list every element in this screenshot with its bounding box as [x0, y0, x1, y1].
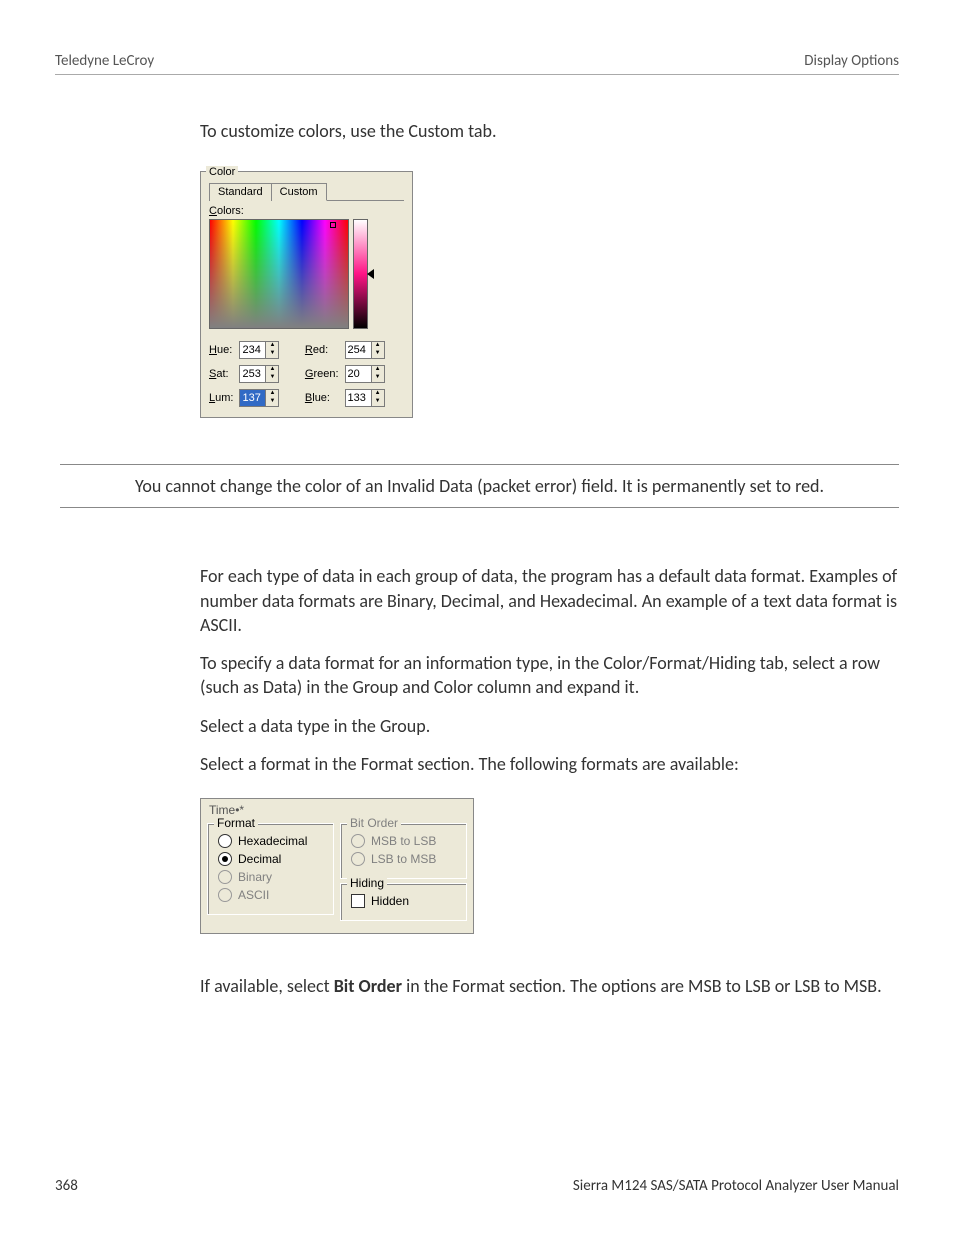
page-footer: 368 Sierra M124 SAS/SATA Protocol Analyz…: [55, 1177, 899, 1195]
format-dialog: Time•* Format Hexadecimal Decimal: [200, 798, 474, 934]
radio-bin: Binary: [218, 870, 323, 884]
note-box: You cannot change the color of an Invali…: [60, 464, 899, 508]
tab-standard[interactable]: Standard: [209, 183, 272, 201]
spin-up-icon[interactable]: [266, 390, 278, 398]
radio-icon: [351, 852, 365, 866]
hiding-fieldset: Hiding Hidden: [340, 883, 467, 921]
sat-stepper[interactable]: 253: [239, 365, 279, 383]
spin-up-icon[interactable]: [372, 342, 384, 350]
format-dialog-legend: Time•*: [209, 803, 467, 817]
spin-up-icon[interactable]: [266, 366, 278, 374]
radio-lsb-label: LSB to MSB: [371, 852, 436, 866]
radio-ascii-label: ASCII: [238, 888, 269, 902]
blue-label: Blue:: [305, 392, 339, 404]
green-stepper[interactable]: 20: [345, 365, 385, 383]
sat-value[interactable]: 253: [240, 366, 265, 382]
radio-hex-label: Hexadecimal: [238, 834, 307, 848]
radio-hex[interactable]: Hexadecimal: [218, 834, 323, 848]
page-header: Teledyne LeCroy Display Options: [55, 52, 899, 75]
color-tabs: Standard Custom: [209, 182, 404, 201]
radio-icon: [218, 888, 232, 902]
green-value[interactable]: 20: [346, 366, 371, 382]
radio-icon: [218, 870, 232, 884]
colors-label: Colors:: [209, 205, 404, 217]
spin-down-icon[interactable]: [266, 374, 278, 382]
sat-label: Sat:: [209, 368, 233, 380]
radio-ascii: ASCII: [218, 888, 323, 902]
hidden-label: Hidden: [371, 894, 409, 908]
radio-icon: [351, 834, 365, 848]
spin-down-icon[interactable]: [266, 398, 278, 406]
bitorder-legend: Bit Order: [347, 816, 401, 830]
lum-value[interactable]: 137: [240, 390, 265, 406]
red-value[interactable]: 254: [346, 342, 371, 358]
hiding-legend: Hiding: [347, 876, 387, 890]
luminance-arrow-icon[interactable]: [367, 269, 374, 279]
spin-down-icon[interactable]: [372, 350, 384, 358]
blue-stepper[interactable]: 133: [345, 389, 385, 407]
header-left: Teledyne LeCroy: [55, 52, 154, 70]
radio-dec[interactable]: Decimal: [218, 852, 323, 866]
radio-msb: MSB to LSB: [351, 834, 456, 848]
hue-label: Hue:: [209, 344, 233, 356]
para-2: To specify a data format for an informat…: [200, 651, 899, 700]
hue-value[interactable]: 234: [240, 342, 265, 358]
para-3: Select a data type in the Group.: [200, 714, 899, 738]
intro-text: To customize colors, use the Custom tab.: [200, 119, 899, 143]
color-legend: Color: [206, 166, 238, 178]
tab-custom[interactable]: Custom: [272, 183, 327, 201]
note-text: You cannot change the color of an Invali…: [135, 475, 824, 497]
hue-stepper[interactable]: 234: [239, 341, 279, 359]
para-1: For each type of data in each group of d…: [200, 564, 899, 637]
radio-msb-label: MSB to LSB: [371, 834, 436, 848]
bitorder-fieldset: Bit Order MSB to LSB LSB to MSB: [340, 823, 467, 879]
closing-pre: If available, select: [200, 975, 334, 997]
format-fieldset: Format Hexadecimal Decimal Binary: [207, 823, 334, 915]
color-gradient[interactable]: [209, 219, 349, 329]
luminance-bar[interactable]: [353, 219, 368, 329]
red-stepper[interactable]: 254: [345, 341, 385, 359]
spin-down-icon[interactable]: [372, 374, 384, 382]
spin-down-icon[interactable]: [372, 398, 384, 406]
header-right: Display Options: [804, 52, 899, 70]
blue-value[interactable]: 133: [346, 390, 371, 406]
page-number: 368: [55, 1177, 78, 1195]
radio-bin-label: Binary: [238, 870, 272, 884]
closing-para: If available, select Bit Order in the Fo…: [200, 974, 899, 998]
closing-bold: Bit Order: [334, 975, 402, 997]
checkbox-icon: [351, 894, 365, 908]
lum-stepper[interactable]: 137: [239, 389, 279, 407]
radio-lsb: LSB to MSB: [351, 852, 456, 866]
spin-up-icon[interactable]: [266, 342, 278, 350]
lum-label: Lum:: [209, 392, 233, 404]
format-legend: Format: [214, 816, 258, 830]
checkbox-hidden[interactable]: Hidden: [351, 894, 456, 908]
para-4: Select a format in the Format section. T…: [200, 752, 899, 776]
spin-up-icon[interactable]: [372, 366, 384, 374]
radio-icon: [218, 834, 232, 848]
radio-dec-label: Decimal: [238, 852, 281, 866]
spin-down-icon[interactable]: [266, 350, 278, 358]
green-label: Green:: [305, 368, 339, 380]
red-label: Red:: [305, 344, 339, 356]
closing-post: in the Format section. The options are M…: [402, 975, 882, 997]
radio-icon: [218, 852, 232, 866]
color-dialog: Color Standard Custom Colors:: [200, 171, 413, 418]
spin-up-icon[interactable]: [372, 390, 384, 398]
manual-title: Sierra M124 SAS/SATA Protocol Analyzer U…: [573, 1177, 899, 1195]
gradient-marker[interactable]: [330, 222, 336, 228]
